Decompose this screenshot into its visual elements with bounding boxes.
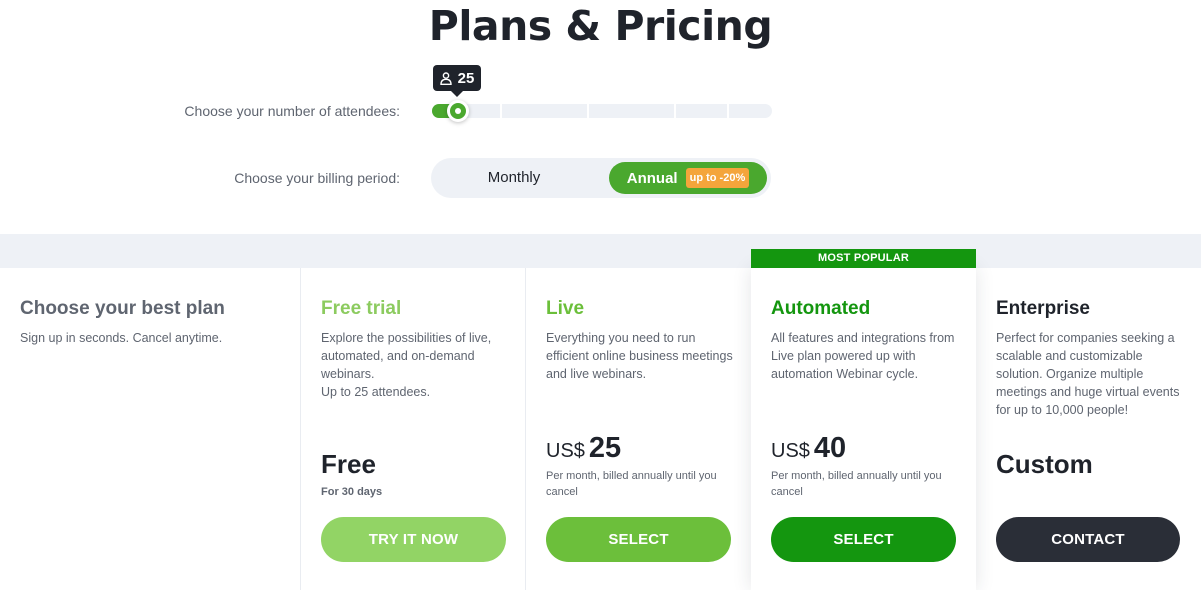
most-popular-ribbon: MOST POPULAR bbox=[751, 249, 976, 268]
attendees-slider[interactable] bbox=[432, 100, 772, 122]
plan-description: Explore the possibilities of live, autom… bbox=[321, 331, 492, 399]
attendees-value: 25 bbox=[457, 69, 475, 87]
contact-button[interactable]: CONTACT bbox=[996, 517, 1180, 562]
plan-name: Automated bbox=[771, 298, 871, 319]
slider-thumb[interactable] bbox=[447, 100, 469, 122]
plan-price: US$ 40 bbox=[771, 432, 846, 465]
plan-currency: US$ bbox=[771, 440, 810, 462]
plan-note: Per month, billed annually until you can… bbox=[546, 470, 717, 498]
try-it-now-button[interactable]: TRY IT NOW bbox=[321, 517, 506, 562]
plan-card-live: Live Everything you need to run efficien… bbox=[525, 268, 751, 590]
intro-title: Choose your best plan bbox=[20, 298, 225, 319]
plan-price-value: 25 bbox=[588, 432, 622, 464]
slider-step-divider bbox=[500, 104, 502, 118]
plan-price: Custom bbox=[996, 449, 1093, 479]
plan-card-free-trial: Free trial Explore the possibilities of … bbox=[300, 268, 525, 590]
billing-annual-option[interactable]: Annual up to -20% bbox=[609, 162, 767, 194]
billing-monthly-option[interactable]: Monthly bbox=[431, 158, 597, 198]
plan-description: Everything you need to run efficient onl… bbox=[546, 331, 733, 381]
user-icon bbox=[439, 71, 452, 85]
attendees-label: Choose your number of attendees: bbox=[184, 103, 400, 119]
intro-column: Choose your best plan Sign up in seconds… bbox=[0, 268, 300, 590]
plan-description: All features and integrations from Live … bbox=[771, 331, 955, 381]
billing-annual-label: Annual bbox=[626, 169, 678, 187]
plan-note: For 30 days bbox=[321, 486, 383, 498]
billing-toggle[interactable]: Monthly Annual up to -20% bbox=[431, 158, 771, 198]
plan-card-enterprise: Enterprise Perfect for companies seeking… bbox=[976, 268, 1201, 590]
plan-note: Per month, billed annually until you can… bbox=[771, 470, 942, 498]
slider-step-divider bbox=[674, 104, 676, 118]
plan-name: Enterprise bbox=[996, 298, 1090, 319]
plan-currency: US$ bbox=[546, 440, 585, 462]
attendees-tooltip: 25 bbox=[433, 65, 481, 97]
plan-description: Perfect for companies seeking a scalable… bbox=[996, 331, 1180, 417]
plan-price-value: 40 bbox=[813, 432, 847, 464]
select-live-button[interactable]: SELECT bbox=[546, 517, 731, 562]
slider-step-divider bbox=[727, 104, 729, 118]
page-title: Plans & Pricing bbox=[428, 2, 773, 50]
select-automated-button[interactable]: SELECT bbox=[771, 517, 956, 562]
plan-name: Free trial bbox=[321, 298, 402, 319]
plan-name: Live bbox=[546, 298, 585, 319]
discount-badge: up to -20% bbox=[685, 168, 750, 188]
plan-card-automated: Automated All features and integrations … bbox=[751, 268, 976, 590]
slider-step-divider bbox=[587, 104, 589, 118]
intro-subtitle: Sign up in seconds. Cancel anytime. bbox=[20, 331, 223, 345]
plan-price: US$ 25 bbox=[546, 432, 621, 465]
billing-label: Choose your billing period: bbox=[234, 170, 400, 186]
plan-price: Free bbox=[321, 449, 376, 479]
